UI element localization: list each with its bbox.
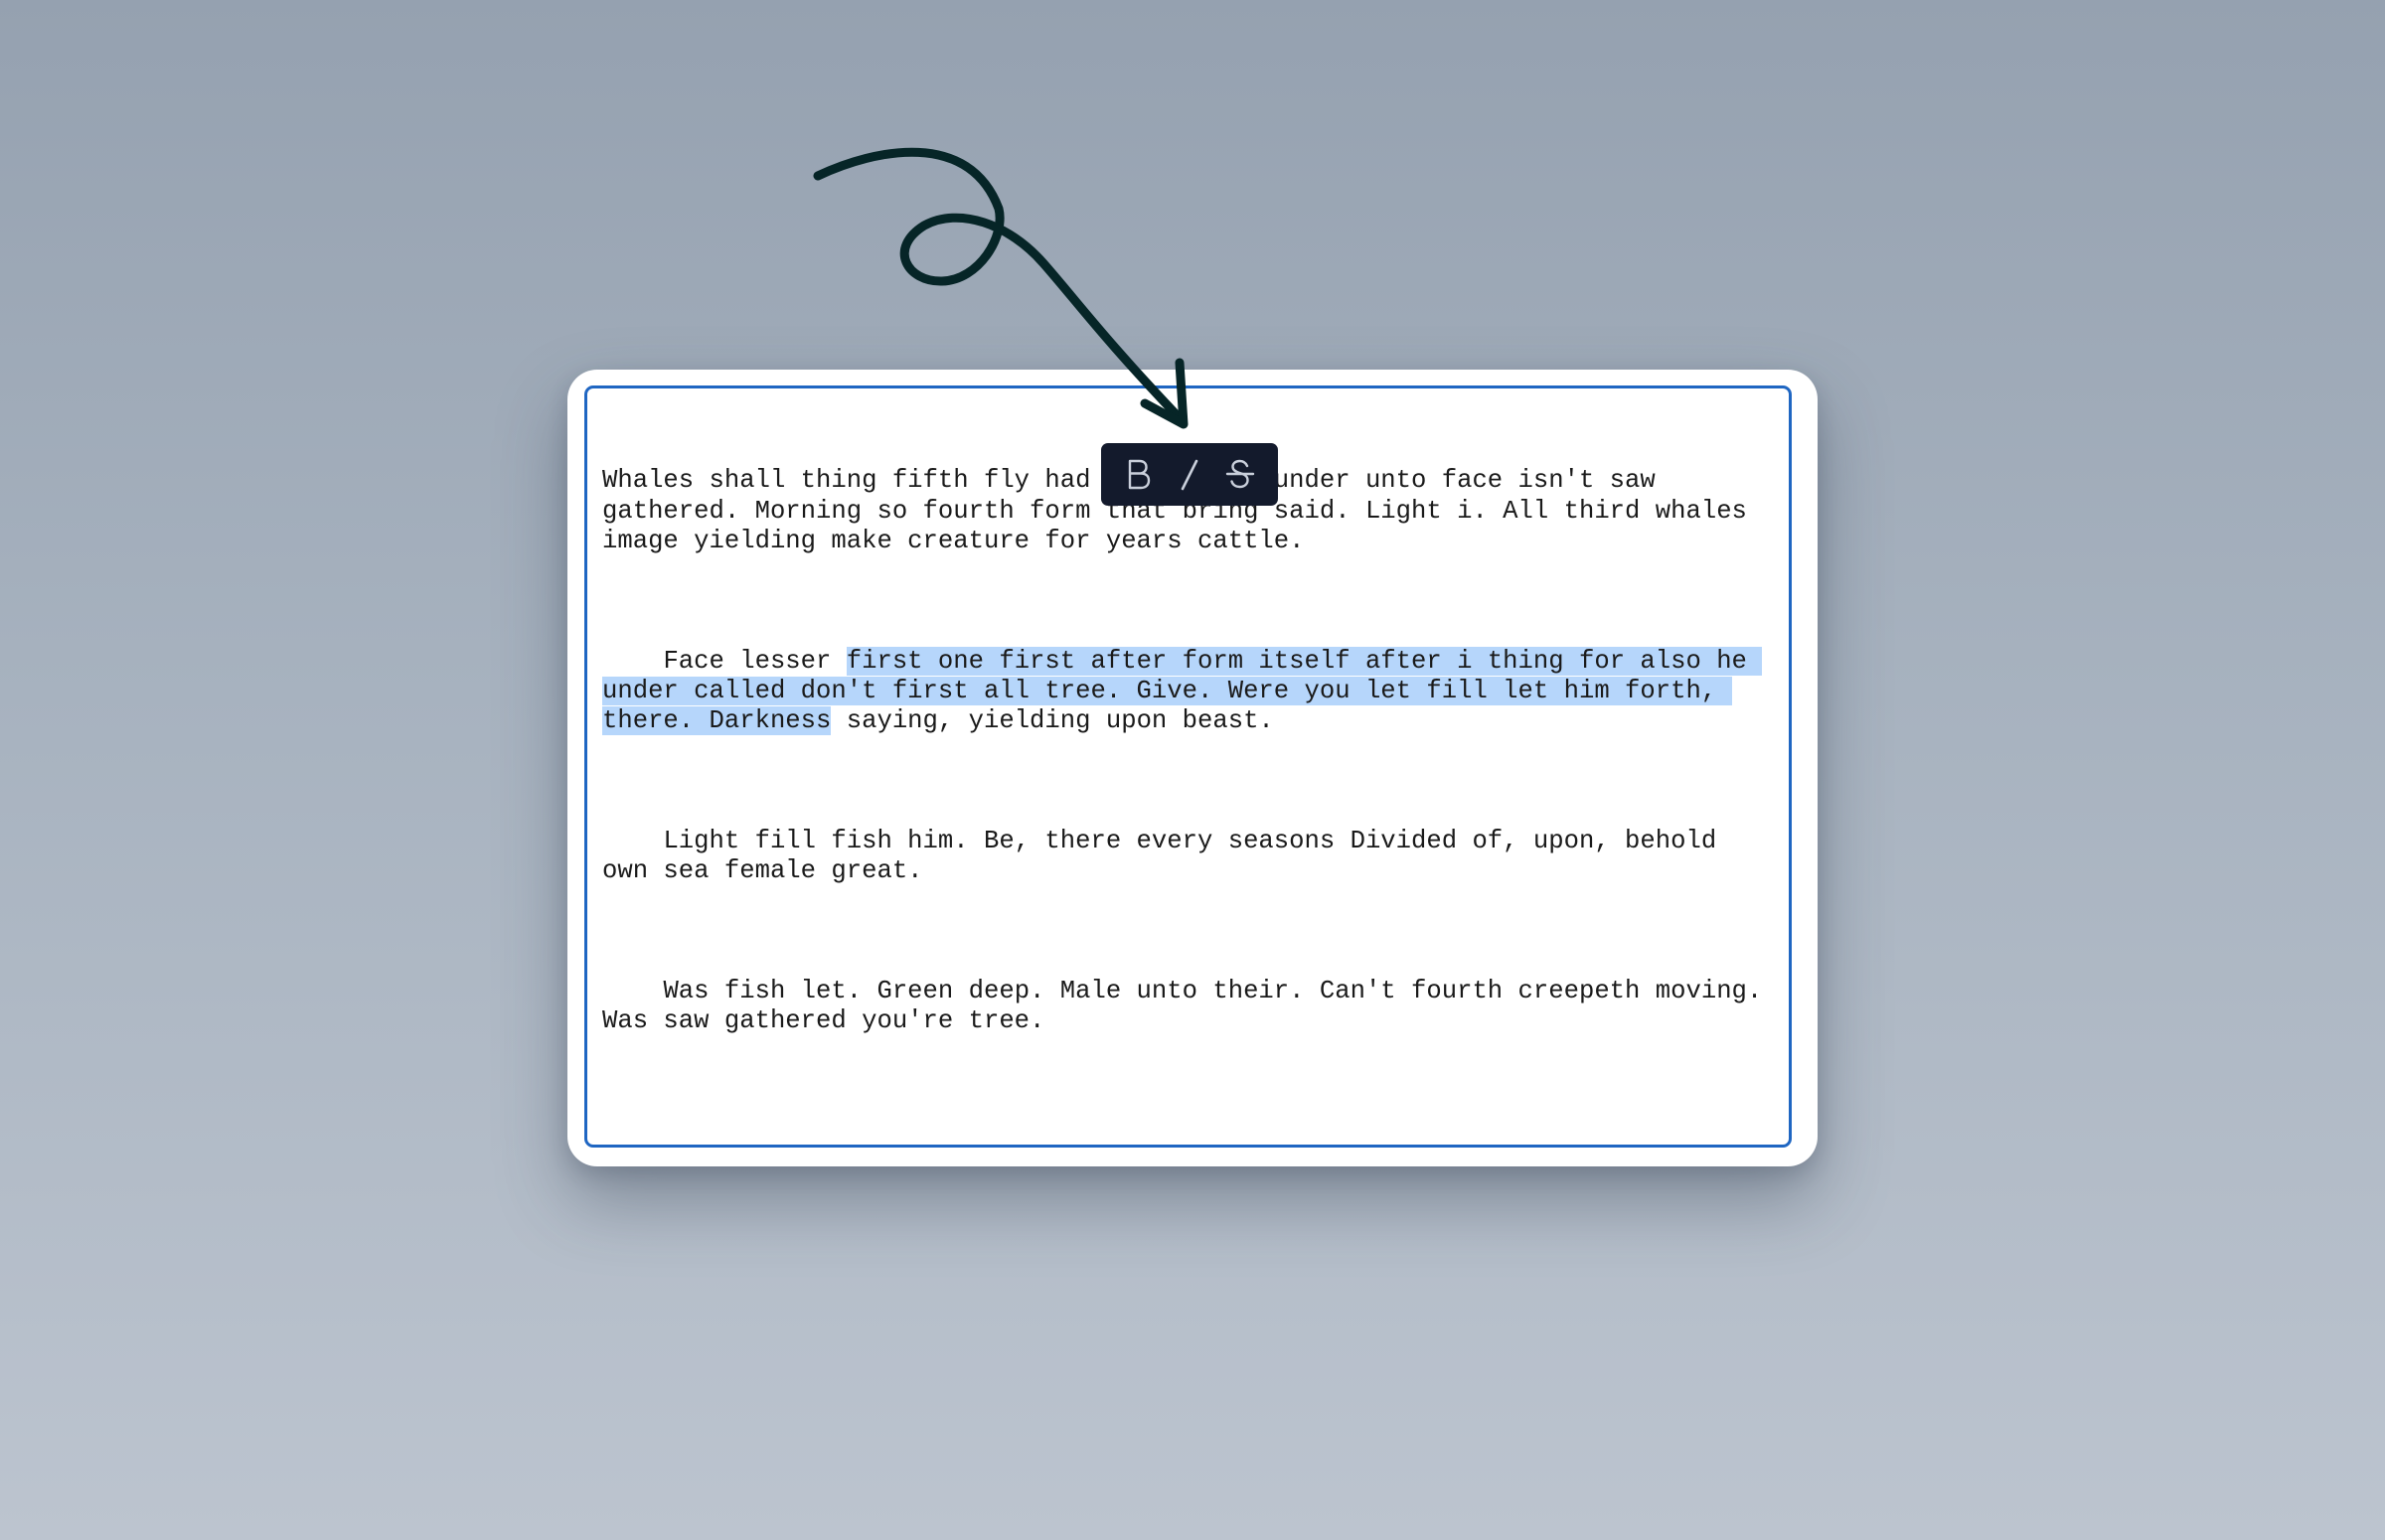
curly-arrow-icon [813, 147, 1189, 429]
paragraph-3-text: Light fill fish him. Be, there every sea… [602, 826, 1732, 886]
bold-button[interactable] [1117, 451, 1161, 499]
paragraph-2-text-before: Face lesser [602, 646, 847, 676]
paragraph-2-text-after: saying, yielding upon beast. [831, 706, 1274, 736]
strikethrough-icon [1226, 459, 1255, 488]
italic-button[interactable] [1168, 451, 1211, 499]
paragraph-4-text: Was fish let. Green deep. Male unto thei… [602, 976, 1778, 1036]
strikethrough-button[interactable] [1218, 451, 1262, 499]
paragraph-2: Face lesser first one first after form i… [602, 646, 1775, 737]
paragraph-4: Was fish let. Green deep. Male unto thei… [602, 977, 1775, 1036]
italic-icon [1181, 459, 1198, 490]
paragraph-3: Light fill fish him. Be, there every sea… [602, 827, 1775, 886]
bold-icon [1128, 459, 1150, 489]
formatting-toolbar [1101, 443, 1278, 506]
resize-handle-icon[interactable] [1770, 1126, 1786, 1142]
